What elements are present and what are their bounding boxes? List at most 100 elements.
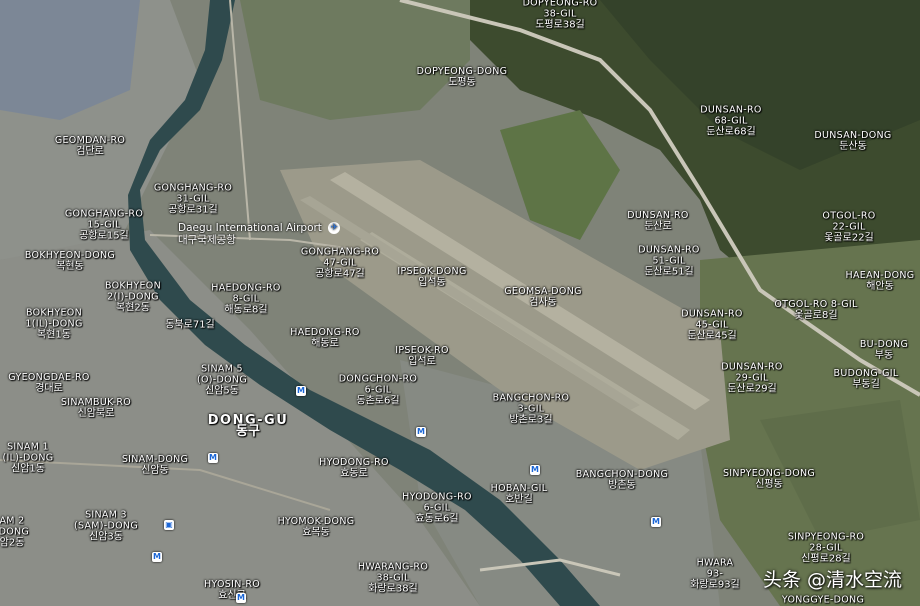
metro-station-icon[interactable]: M xyxy=(416,427,426,437)
label-english: SINAM-DONG xyxy=(121,454,189,465)
place-label-dongchon-ro-6-gil[interactable]: DONGCHON-RO 6-GIL 동촌로6길 xyxy=(339,374,417,407)
place-label-sinambuk-ro[interactable]: SINAMBUK-RO 신암북로 xyxy=(61,397,131,419)
label-korean: 효동로6길 xyxy=(415,513,459,525)
place-label-hwarang-ro-38-gil[interactable]: HWARANG-RO 38-GIL 화랑로38길 xyxy=(358,562,428,595)
place-label-gonghang-ro-15-gil[interactable]: GONGHANG-RO 15-GIL 공항로15길 xyxy=(65,209,143,242)
place-label-geomdan-ro[interactable]: GEOMDAN-RO 검단로 xyxy=(55,135,125,157)
place-label-sinpyeong-dong[interactable]: SINPYEONG-DONG 신평동 xyxy=(723,468,815,490)
place-label-bangchon-dong[interactable]: BANGCHON-DONG 방촌동 xyxy=(576,469,668,491)
place-label-ipseok-ro[interactable]: IPSEOK-RO 입석로 xyxy=(395,345,448,367)
place-label-gyeongdae-ro[interactable]: GYEONGDAE-RO 경대로 xyxy=(8,372,89,394)
place-label-dopyeong-dong[interactable]: DOPYEONG-DONG 도평동 xyxy=(417,66,508,88)
place-label-yonggye-dong[interactable]: YONGGYE-DONG xyxy=(782,595,864,606)
place-label-haedong-ro[interactable]: HAEDONG-RO 해동로 xyxy=(290,327,359,349)
label-english: BOKHYEON-DONG xyxy=(24,250,116,261)
label-english: 29-GIL xyxy=(735,372,769,384)
label-korean: 둔산로 xyxy=(644,221,672,232)
label-english: SINAM 1 xyxy=(7,441,49,453)
place-label-bangchon-ro-3-gil[interactable]: BANGCHON-RO 3-GIL 방촌로3길 xyxy=(493,393,570,426)
label-korean: 효신로 xyxy=(218,590,246,601)
place-label-dongbungno-71-gil[interactable]: 동북로71길 xyxy=(165,320,215,331)
metro-station-icon[interactable]: M xyxy=(296,386,306,396)
label-english: HOBAN-GIL xyxy=(490,483,548,494)
metro-station-icon[interactable]: M xyxy=(651,517,661,527)
label-english: GYEONGDAE-RO xyxy=(8,372,90,383)
place-label-dunsan-ro-45-gil[interactable]: DUNSAN-RO 45-GIL 둔산로45길 xyxy=(681,309,742,342)
label-english: GEOMDAN-RO xyxy=(54,135,126,146)
label-english: BANGCHON-RO xyxy=(492,392,570,404)
label-english: 51-GIL xyxy=(652,255,686,267)
airplane-icon: ✈ xyxy=(328,222,341,234)
place-label-dunsan-dong[interactable]: DUNSAN-DONG 둔산동 xyxy=(814,130,891,152)
label-korean: 둔산로29길 xyxy=(727,383,777,395)
place-label-gonghang-ro-31-gil[interactable]: GONGHANG-RO 31-GIL 공항로31길 xyxy=(154,183,232,216)
label-english: GONGHANG-RO xyxy=(64,208,144,220)
label-english: DUNSAN-RO xyxy=(627,210,689,221)
place-label-otgol-ro-8-gil[interactable]: OTGOL-RO 8-GIL 옻골로8길 xyxy=(774,299,857,321)
bus-terminal-icon[interactable]: ▣ xyxy=(164,520,174,530)
metro-station-icon[interactable]: M xyxy=(152,552,162,562)
place-label-dunsan-ro[interactable]: DUNSAN-RO 둔산로 xyxy=(627,210,688,232)
metro-station-icon[interactable]: M xyxy=(208,453,218,463)
place-label-dunsan-ro-68-gil[interactable]: DUNSAN-RO 68-GIL 둔산로68길 xyxy=(700,105,761,138)
place-label-sinam-dong[interactable]: SINAM-DONG 신암동 xyxy=(122,454,188,476)
place-label-sinam-3-dong[interactable]: SINAM 3 (SAM)-DONG 신암3동 xyxy=(74,510,138,543)
place-label-dong-gu[interactable]: DONG-GU 동구 xyxy=(208,414,289,438)
metro-station-icon[interactable]: M xyxy=(236,593,246,603)
label-korean: 신암동 xyxy=(141,465,169,476)
place-label-dunsan-ro-29-gil[interactable]: DUNSAN-RO 29-GIL 둔산로29길 xyxy=(721,362,782,395)
label-english: OTGOL-RO 8-GIL xyxy=(774,299,858,310)
label-korean: 공항로47길 xyxy=(315,268,365,280)
label-english: DUNSAN-DONG xyxy=(814,130,892,141)
place-label-haedong-ro-8-gil[interactable]: HAEDONG-RO 8-GIL 해동로8길 xyxy=(211,283,280,316)
label-korean: 둔산동 xyxy=(839,141,867,152)
place-label-geomsa-dong[interactable]: GEOMSA-DONG 검사동 xyxy=(504,286,582,308)
label-korean: 신평동 xyxy=(755,479,783,490)
airport-name-en: Daegu International Airport xyxy=(178,222,322,234)
place-label-sinam-5-dong[interactable]: SINAM 5 (O)-DONG 신암5동 xyxy=(197,364,247,397)
satellite-map[interactable]: DOPYEONG-RO 38-GIL 도평로38길 DOPYEONG-DONG 도평동 G… xyxy=(0,0,920,606)
label-english: SINAMBUK-RO xyxy=(60,397,132,408)
place-label-hoban-gil[interactable]: HOBAN-GIL 호반길 xyxy=(491,483,548,505)
label-english: AM 2 xyxy=(0,515,25,527)
label-english: GEOMSA-DONG xyxy=(504,286,582,297)
label-english: 2(I)-DONG xyxy=(107,291,159,303)
label-korean: 둔산로45길 xyxy=(687,330,737,342)
label-english: HWARANG-RO xyxy=(357,561,429,573)
label-korean: 해동로 xyxy=(311,338,339,349)
label-english: 47-GIL xyxy=(323,257,357,269)
place-label-budong-gil[interactable]: BUDONG-GIL 부동길 xyxy=(834,368,899,390)
metro-station-icon[interactable]: M xyxy=(530,465,540,475)
label-korean: 옻골로22길 xyxy=(824,232,874,244)
label-korean: 부동길 xyxy=(852,379,880,390)
airport-label[interactable]: Daegu International Airport ✈ 대구국제공항 xyxy=(178,222,341,246)
place-label-bu-dong[interactable]: BU-DONG 부동 xyxy=(860,339,908,361)
place-label-dunsan-ro-51-gil[interactable]: DUNSAN-RO 51-GIL 둔산로51길 xyxy=(638,245,699,278)
label-english: 38-GIL xyxy=(543,8,577,20)
place-label-sinam-2-dong[interactable]: AM 2-DONG암2동 xyxy=(0,516,29,549)
place-label-sinam-1-dong[interactable]: SINAM 1 (IL)-DONG 신암1동 xyxy=(3,442,54,475)
label-english: HAEAN-DONG xyxy=(845,270,915,281)
place-label-sinpyeong-ro-28-gil[interactable]: SINPYEONG-RO 28-GIL 신평로28길 xyxy=(788,532,864,565)
label-english: DUNSAN-RO xyxy=(700,104,762,116)
place-label-otgol-ro-22-gil[interactable]: OTGOL-RO 22-GIL 옻골로22길 xyxy=(822,211,875,244)
label-korean: 도평동 xyxy=(448,77,476,88)
place-label-dopyeong-ro-38-gil[interactable]: DOPYEONG-RO 38-GIL 도평로38길 xyxy=(523,0,598,31)
place-label-hyodong-ro-6-gil[interactable]: HYODONG-RO 6-GIL 효동로6길 xyxy=(402,492,472,525)
place-label-bokhyeon-dong[interactable]: BOKHYEON-DONG 복현동 xyxy=(25,250,115,272)
label-korean: 효목동 xyxy=(302,527,330,538)
label-korean: 둔산로51길 xyxy=(644,266,694,278)
place-label-haean-dong[interactable]: HAEAN-DONG 해안동 xyxy=(846,270,915,292)
label-korean: 옻골로8길 xyxy=(794,310,838,321)
label-english: DOPYEONG-RO xyxy=(522,0,598,9)
label-english: HYOSIN-RO xyxy=(203,579,261,590)
place-label-hyomok-dong[interactable]: HYOMOK-DONG 효목동 xyxy=(278,516,355,538)
place-label-hyosin-ro[interactable]: HYOSIN-RO 효신로 xyxy=(204,579,260,601)
place-label-gonghang-ro-47-gil[interactable]: GONGHANG-RO 47-GIL 공항로47길 xyxy=(301,247,379,280)
label-korean: 경대로 xyxy=(35,383,63,394)
place-label-bokhyeon-2-dong[interactable]: BOKHYEON 2(I)-DONG 복현2동 xyxy=(105,281,161,314)
place-label-hyodong-ro[interactable]: HYODONG-RO 효동로 xyxy=(319,457,389,479)
place-label-bokhyeon-1-dong[interactable]: BOKHYEON 1(IL)-DONG 복현1동 xyxy=(25,308,82,341)
place-label-hwarang-ro-93-gil[interactable]: HWARA 93- 화랑로93길 xyxy=(690,558,740,591)
place-label-ipseok-dong[interactable]: IPSEOK-DONG 입석동 xyxy=(397,266,466,288)
